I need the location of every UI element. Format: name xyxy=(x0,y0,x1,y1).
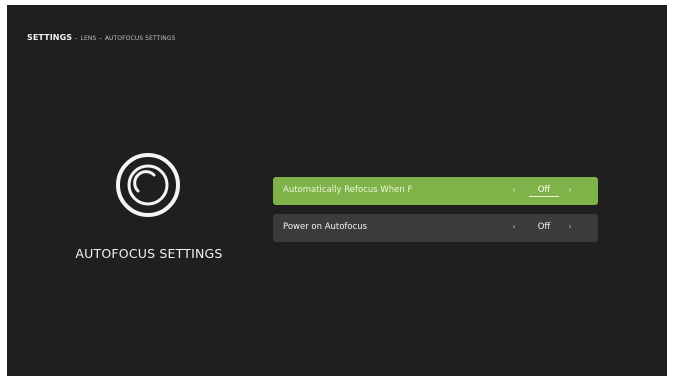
option-row-power-on-autofocus[interactable]: Power on Autofocus ‹ Off › xyxy=(273,214,598,242)
breadcrumb: SETTINGS – LENS – AUTOFOCUS SETTINGS xyxy=(27,33,176,42)
option-value: Off xyxy=(537,222,551,232)
breadcrumb-separator: – xyxy=(99,35,103,42)
settings-screen: SETTINGS – LENS – AUTOFOCUS SETTINGS AUT… xyxy=(7,5,667,376)
chevron-right-icon[interactable]: › xyxy=(565,222,575,231)
option-label: Power on Autofocus xyxy=(283,222,368,232)
panel-title: AUTOFOCUS SETTINGS xyxy=(75,246,223,261)
chevron-left-icon[interactable]: ‹ xyxy=(509,222,519,231)
chevron-left-icon[interactable]: ‹ xyxy=(509,185,519,194)
options-list: Automatically Refocus When F ‹ Off › Pow… xyxy=(273,177,601,251)
option-label: Automatically Refocus When F xyxy=(283,185,413,195)
autofocus-icon xyxy=(116,153,180,217)
breadcrumb-separator: – xyxy=(74,35,78,42)
category-panel: AUTOFOCUS SETTINGS xyxy=(65,151,233,271)
breadcrumb-root[interactable]: SETTINGS xyxy=(27,33,72,42)
option-value: Off xyxy=(529,185,559,197)
breadcrumb-lens[interactable]: LENS xyxy=(81,35,97,42)
chevron-right-icon[interactable]: › xyxy=(565,185,575,194)
breadcrumb-autofocus-settings: AUTOFOCUS SETTINGS xyxy=(104,35,176,42)
option-row-refocus[interactable]: Automatically Refocus When F ‹ Off › xyxy=(273,177,598,205)
